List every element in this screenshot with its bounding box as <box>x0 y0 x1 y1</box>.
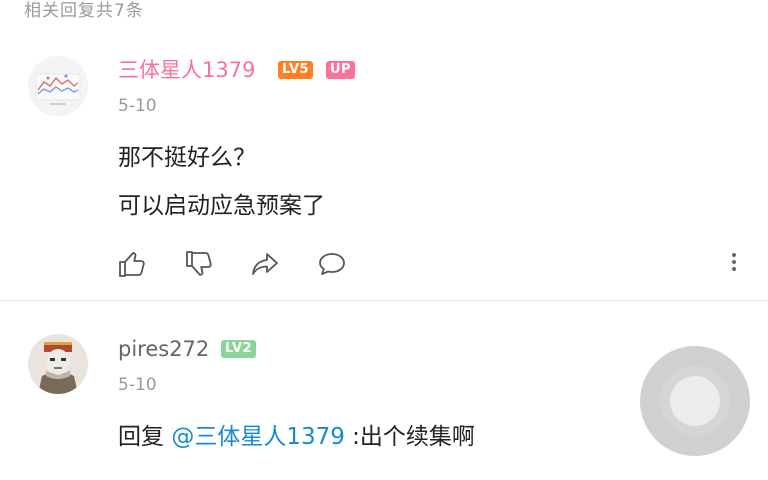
reply-prefix: 回复 <box>118 424 164 450</box>
level-badge: LV5 <box>278 61 314 79</box>
comment-date: 5-10 <box>118 375 157 395</box>
reply-text: 回复 @三体星人1379 :出个续集啊 <box>118 421 475 453</box>
username[interactable]: pires272 <box>118 336 209 362</box>
floating-button-core <box>670 376 720 426</box>
avatar[interactable] <box>28 334 88 394</box>
comment-date: 5-10 <box>118 96 157 116</box>
more-vertical-icon[interactable] <box>728 250 740 278</box>
reply-body: :出个续集啊 <box>352 424 475 450</box>
comment-replies-panel: 相关回复共7条 三体星人1379 LV5 UP 5-10 那不挺好么？ 可以启动… <box>0 0 768 480</box>
mention-link[interactable]: @三体星人1379 <box>171 424 345 450</box>
avatar[interactable] <box>28 56 88 116</box>
avatar-image <box>28 334 88 394</box>
divider <box>0 300 768 301</box>
comment-text-line: 可以启动应急预案了 <box>118 193 325 219</box>
thumbs-up-icon[interactable] <box>116 248 148 280</box>
username[interactable]: 三体星人1379 <box>118 57 255 83</box>
share-icon[interactable] <box>249 248 281 280</box>
up-badge: UP <box>326 61 356 79</box>
level-badge: LV2 <box>221 340 257 358</box>
floating-action-button[interactable] <box>640 346 750 456</box>
reply-count-label: 相关回复共7条 <box>24 1 144 21</box>
avatar-image <box>28 56 88 116</box>
comment-text-line: 那不挺好么？ <box>118 145 256 171</box>
comment-icon[interactable] <box>316 248 348 280</box>
thumbs-down-icon[interactable] <box>183 248 215 280</box>
